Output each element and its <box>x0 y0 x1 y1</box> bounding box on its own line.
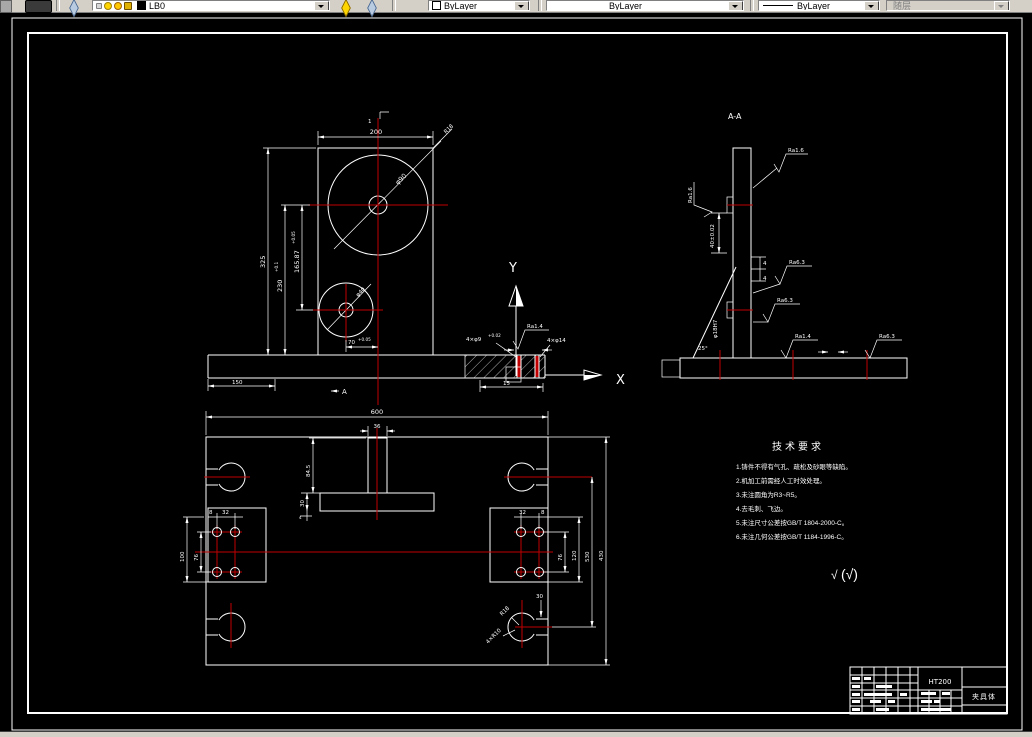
holes-label: 4×φ9 <box>466 337 482 343</box>
left-dim-b: 32 <box>222 510 229 516</box>
sun-freeze-icon[interactable] <box>114 1 122 10</box>
layer-on-icon[interactable] <box>96 2 102 9</box>
section-title: A-A <box>728 112 742 121</box>
dim-bottom: 15 <box>503 381 510 387</box>
ra-base-right: Ra6.3 <box>879 334 895 340</box>
dim-offset: 70 <box>348 340 355 346</box>
layer-properties-manager-icon[interactable] <box>63 0 89 18</box>
toolbar-separator <box>392 0 396 11</box>
color-dropdown-arrow[interactable] <box>514 1 529 10</box>
dim-boss: 40±0.02 <box>710 224 716 248</box>
dim-center-height: 230 <box>276 280 284 292</box>
linetype-value: ByLayer <box>609 0 643 11</box>
right-dim-a: 32 <box>519 510 526 516</box>
ra-base-left: Ra1.4 <box>795 334 811 340</box>
tech-req-title: 技术要求 <box>772 442 824 453</box>
left-dim-a: 8 <box>209 510 213 516</box>
material-spec: HT200 <box>929 678 952 686</box>
dim-total-height: 325 <box>259 256 267 268</box>
datum-label: 1 <box>368 119 372 125</box>
slot-dim: 30 <box>536 594 543 600</box>
linetype-dropdown-arrow[interactable] <box>728 1 743 10</box>
current-layer-name: LB0 <box>149 0 166 11</box>
roughness-label: Ra1.4 <box>527 324 543 330</box>
tech-req-list: 1.铸件不得有气孔、疏松及砂眼等缺陷。 2.机加工前需经人工时效处理。 3.未注… <box>736 461 906 544</box>
angle-label: 25° <box>698 346 708 352</box>
current-color-swatch <box>432 1 441 10</box>
dim-stem-width: 36 <box>374 424 381 430</box>
dim-stem-height: 84.5 <box>306 464 312 477</box>
y-axis-label: Y <box>508 261 517 276</box>
bore-label: φ18H7 <box>713 319 719 338</box>
tech-req-item: 1.铸件不得有气孔、疏松及砂眼等缺陷。 <box>736 464 852 471</box>
lineweight-value: ByLayer <box>797 0 831 11</box>
dim-bar-step: 4 <box>299 515 302 520</box>
x-axis-label: X <box>616 373 625 388</box>
plot-style-control-dropdown: 随层 <box>886 0 1010 11</box>
dim-offset-tol: +0.05 <box>358 337 371 342</box>
tech-req-item: 2.机加工前需经人工时效处理。 <box>736 478 826 485</box>
cad-application-window: LB0 ByLayer ByLayer ByLayer 随层 200 1 R18… <box>0 0 1032 737</box>
roughness-check-icon: √ <box>831 568 838 582</box>
left-dim-inner: 76 <box>194 554 200 561</box>
layer-control-dropdown[interactable]: LB0 <box>92 0 330 11</box>
dim-bar-height: 30 <box>300 500 306 507</box>
tech-req-item: 5.未注尺寸公差按GB/T 1804-2000-C。 <box>736 520 849 527</box>
ra-mid-lower: Ra6.3 <box>777 298 793 304</box>
lock-icon[interactable] <box>124 1 132 10</box>
toolbar-separator <box>750 0 754 11</box>
section-arrow-label: A <box>342 388 347 396</box>
dim-center-distance: 165.87 <box>293 250 301 273</box>
dim-center-distance-tol: +0.05 <box>291 231 296 244</box>
lineweight-preview-line <box>763 5 793 6</box>
toolbar-icon[interactable] <box>25 0 52 13</box>
right-dim-inner: 76 <box>558 554 564 561</box>
ra-left: Ra1.6 <box>688 187 694 203</box>
lineweight-control-dropdown[interactable]: ByLayer <box>758 0 880 11</box>
layer-dropdown-arrow[interactable] <box>314 1 329 10</box>
tech-req-item: 3.未注圆角为R3~R5。 <box>736 492 801 499</box>
dim-width: 600 <box>371 408 383 416</box>
right-dim-outer: 120 <box>572 550 578 561</box>
dim-right-span: 530 <box>585 551 591 562</box>
dim-step-upper: 4 <box>763 261 767 267</box>
layer-color-swatch <box>137 1 146 10</box>
dim-center-height-tol: +0.1 <box>274 261 279 272</box>
plot-style-value: 随层 <box>893 0 912 11</box>
color-control-dropdown[interactable]: ByLayer <box>428 0 530 11</box>
lineweight-dropdown-arrow[interactable] <box>864 1 879 10</box>
color-value: ByLayer <box>444 0 478 11</box>
holes2-label: 4×φ14 <box>547 338 566 344</box>
tech-req-item: 4.去毛刺、飞边。 <box>736 506 787 513</box>
surface-finish-note: √ (√) <box>831 566 858 582</box>
roughness-paren-icon: (√) <box>840 566 858 582</box>
layer-previous-icon[interactable] <box>362 0 385 18</box>
make-object-layer-current-icon[interactable] <box>336 0 359 18</box>
plot-style-dropdown-arrow <box>994 1 1009 10</box>
dim-base: 150 <box>232 380 243 386</box>
ra-mid-upper: Ra6.3 <box>789 260 805 266</box>
left-dim-outer: 100 <box>180 551 186 562</box>
technical-requirements: 技术要求 1.铸件不得有气孔、疏松及砂眼等缺陷。 2.机加工前需经人工时效处理。… <box>736 438 906 544</box>
linetype-control-dropdown[interactable]: ByLayer <box>546 0 744 11</box>
toolbar-separator <box>56 0 60 11</box>
drawing-canvas[interactable]: 200 1 R18 325 230 +0.1 165.87 +0.05 φ90 … <box>0 0 1032 737</box>
part-name: 夹具体 <box>972 692 996 701</box>
right-dim-b: 8 <box>541 510 545 516</box>
holes-tol: +0.02 <box>488 333 501 338</box>
window-bottom-strip <box>0 731 1032 737</box>
lightbulb-icon[interactable] <box>104 1 112 10</box>
clipped-toolbar-icon[interactable] <box>0 0 12 13</box>
layer-properties-toolbar: LB0 ByLayer ByLayer ByLayer 随层 <box>0 0 1032 18</box>
tech-req-item: 6.未注几何公差按GB/T 1184-1996-C。 <box>736 534 848 541</box>
dim-right-total: 430 <box>599 550 605 561</box>
toolbar-separator <box>538 0 542 11</box>
dim-step-lower: 4 <box>763 276 767 282</box>
ra-top: Ra1.6 <box>788 148 804 154</box>
dim-width: 200 <box>370 128 382 136</box>
